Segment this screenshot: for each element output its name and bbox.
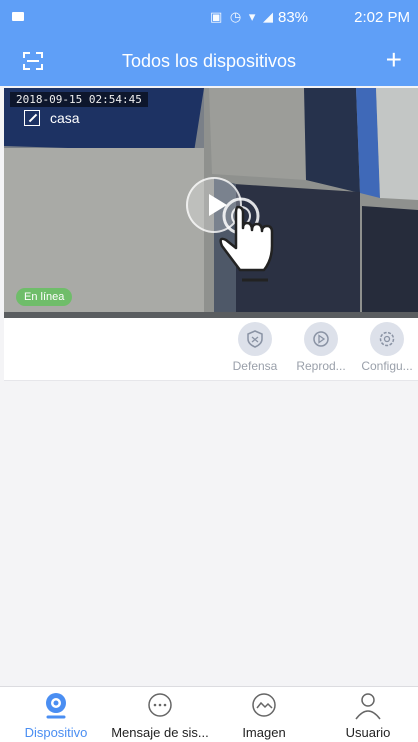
tap-hand-icon bbox=[219, 197, 274, 282]
device-name-row[interactable]: casa bbox=[24, 110, 80, 126]
chat-icon bbox=[108, 691, 212, 721]
user-icon bbox=[316, 691, 418, 721]
playback-icon bbox=[304, 322, 338, 356]
tab-messages[interactable]: Mensaje de sis... bbox=[108, 691, 212, 740]
video-notification-icon bbox=[12, 12, 24, 21]
camera-preview[interactable]: 2018-09-15 02:54:45 casa En línea bbox=[4, 88, 418, 318]
status-icons: ▣ ◷ ▾ ◢ bbox=[210, 9, 275, 24]
tab-label: Imagen bbox=[242, 725, 286, 740]
camera-icon bbox=[4, 691, 108, 721]
status-bar: ▣ ◷ ▾ ◢ 83% 2:02 PM bbox=[0, 0, 418, 38]
playback-button[interactable]: Reprod... bbox=[288, 322, 354, 373]
device-actions: Defensa Reprod... Configu... bbox=[4, 318, 418, 381]
defense-label: Defensa bbox=[232, 359, 278, 373]
page-title: Todos los dispositivos bbox=[121, 51, 297, 71]
tab-label: Usuario bbox=[345, 725, 391, 740]
settings-button[interactable]: Configu... bbox=[354, 322, 418, 373]
clock: 2:02 PM bbox=[354, 9, 410, 26]
bottom-tab-bar: Dispositivo Mensaje de sis... Imagen Usu… bbox=[0, 686, 418, 742]
tab-label: Mensaje de sis... bbox=[111, 725, 209, 740]
image-icon bbox=[212, 691, 316, 721]
timestamp-overlay: 2018-09-15 02:54:45 bbox=[10, 92, 148, 107]
online-status-badge: En línea bbox=[16, 288, 73, 306]
app-bar: Todos los dispositivos + bbox=[0, 38, 418, 86]
tab-user[interactable]: Usuario bbox=[316, 691, 418, 740]
defense-button[interactable]: Defensa bbox=[222, 322, 288, 373]
settings-label: Configu... bbox=[361, 359, 413, 373]
tab-image[interactable]: Imagen bbox=[212, 691, 316, 740]
edit-icon[interactable] bbox=[24, 110, 40, 126]
add-device-button[interactable]: + bbox=[386, 46, 402, 74]
tab-label: Dispositivo bbox=[24, 725, 88, 740]
gear-icon bbox=[370, 322, 404, 356]
tab-device[interactable]: Dispositivo bbox=[4, 691, 108, 740]
battery-level: 83% bbox=[278, 9, 309, 26]
shield-icon bbox=[238, 322, 272, 356]
device-name: casa bbox=[50, 110, 80, 126]
playback-label: Reprod... bbox=[296, 359, 346, 373]
